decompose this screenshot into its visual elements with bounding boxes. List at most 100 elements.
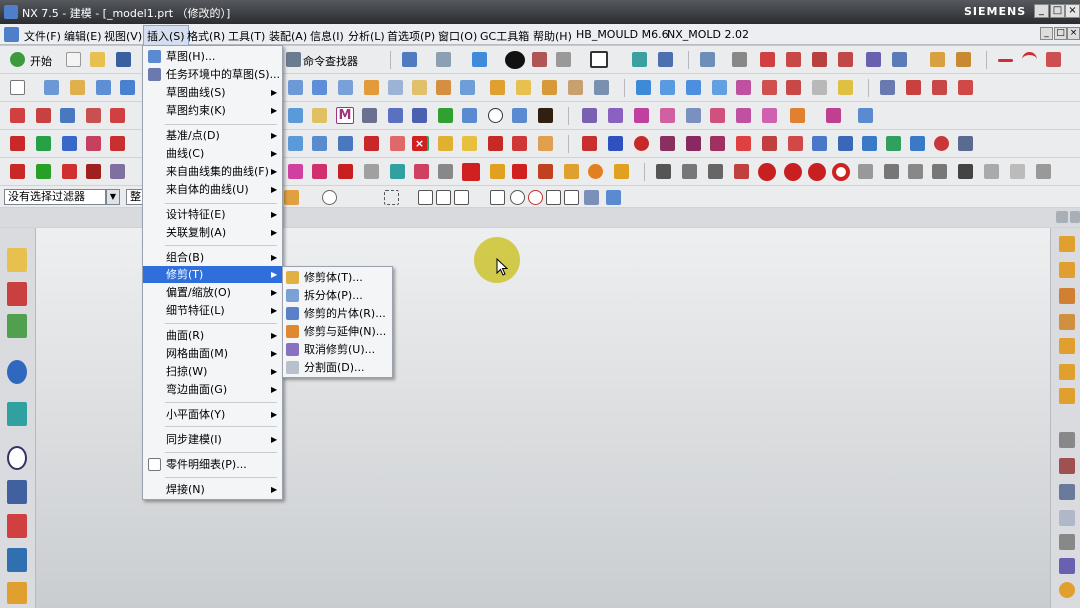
face-blend-icon[interactable] — [838, 80, 853, 95]
component-icon[interactable] — [312, 136, 327, 151]
warning-icon[interactable] — [438, 136, 453, 151]
playback-icon[interactable] — [512, 108, 527, 123]
menu-preferences[interactable]: 首选项(P) — [387, 28, 435, 44]
mold-slider-icon[interactable] — [288, 164, 303, 179]
roles-icon[interactable] — [7, 548, 27, 572]
slider-tool-icon[interactable] — [1059, 484, 1075, 500]
history-icon[interactable] — [7, 402, 27, 426]
wcs-origin-icon[interactable] — [760, 52, 775, 67]
menu-item-combine[interactable]: 组合(B) ▶ — [143, 249, 282, 266]
menu-analysis[interactable]: 分析(L) — [348, 28, 385, 44]
through-mesh-icon[interactable] — [686, 80, 701, 95]
chevron-down-icon[interactable]: ▼ — [106, 189, 120, 205]
menu-item-associative-copy[interactable]: 关联复制(A) ▶ — [143, 224, 282, 241]
curve-analysis-icon[interactable] — [582, 136, 597, 151]
snap-line-icon[interactable] — [454, 190, 469, 205]
feature-parameters-icon[interactable] — [36, 108, 51, 123]
mirror-icon[interactable] — [568, 80, 583, 95]
menu-window[interactable]: 窗口(O) — [438, 28, 477, 44]
menu-tools[interactable]: 工具(T) — [228, 28, 265, 44]
mold-pin-icon[interactable] — [708, 164, 723, 179]
menu-item-detail-feature[interactable]: 细节特征(L) ▶ — [143, 302, 282, 319]
menu-item-curve-from-curves[interactable]: 来自曲线集的曲线(F) ▶ — [143, 163, 282, 180]
palette-icon[interactable] — [7, 582, 27, 604]
menu-item-split-body[interactable]: 拆分体(P)... — [283, 287, 392, 304]
pin-tool-icon[interactable] — [1059, 432, 1075, 448]
cube-outline-icon[interactable] — [62, 136, 77, 151]
new-file-icon[interactable] — [66, 52, 81, 67]
menu-item-trimmed-sheet[interactable]: 修剪的片体(R)... — [283, 305, 392, 322]
mold-nozzle-icon[interactable] — [1036, 164, 1051, 179]
sync-relate-icon[interactable] — [826, 108, 841, 123]
runner-tool-icon[interactable] — [1059, 558, 1075, 574]
snap-on-curve-icon[interactable] — [564, 190, 579, 205]
pattern-icon[interactable] — [542, 80, 557, 95]
mold-stack-icon[interactable] — [958, 164, 973, 179]
mold-ejector-icon[interactable] — [338, 164, 353, 179]
menu-item-sketch[interactable]: 草图(H)... — [143, 48, 282, 65]
wcs-display-icon[interactable] — [838, 52, 853, 67]
mold-guide-icon[interactable] — [984, 164, 999, 179]
mesh-icon[interactable] — [838, 136, 853, 151]
menu-item-sketch-curves[interactable]: 草图曲线(S) ▶ — [143, 84, 282, 101]
layout-icon[interactable] — [910, 136, 925, 151]
intersection-curve-icon[interactable] — [932, 80, 947, 95]
menu-item-parts-list[interactable]: 零件明细表(P)... — [143, 456, 282, 473]
menu-information[interactable]: 信息(I) — [310, 28, 344, 44]
joint-icon[interactable] — [86, 136, 101, 151]
mold-trim-icon[interactable] — [462, 163, 480, 181]
mold-electrode-icon[interactable] — [490, 164, 505, 179]
suppress-feature-icon[interactable] — [312, 108, 327, 123]
mold-bolt-a-icon[interactable] — [884, 164, 899, 179]
move-object-icon[interactable] — [866, 52, 881, 67]
boss-icon[interactable] — [312, 80, 327, 95]
mold-circle-a-icon[interactable] — [758, 163, 776, 181]
mold-view-icon[interactable] — [588, 164, 603, 179]
resource-toggle-icon[interactable] — [1070, 211, 1080, 223]
ruled-icon[interactable] — [812, 80, 827, 95]
table-icon[interactable] — [388, 108, 403, 123]
extract-curve-icon[interactable] — [958, 80, 973, 95]
assembly-navigator-icon[interactable] — [632, 52, 647, 67]
menu-insert[interactable]: 插入(S) — [143, 25, 189, 47]
spreadsheet-icon[interactable] — [412, 108, 427, 123]
mold-lifter-icon[interactable] — [312, 164, 327, 179]
move-feature-icon[interactable] — [86, 108, 101, 123]
edit-positioning-icon[interactable] — [60, 108, 75, 123]
line-icon[interactable] — [998, 59, 1013, 62]
menu-gc-toolkit[interactable]: GC工具箱 — [480, 28, 529, 44]
gate-tool-icon[interactable] — [1059, 534, 1075, 550]
snap-center-icon[interactable] — [510, 190, 525, 205]
sync-pull-face-icon[interactable] — [608, 108, 623, 123]
gap-icon[interactable] — [762, 136, 777, 151]
process-studio-icon[interactable] — [7, 514, 27, 538]
start-button[interactable]: 开始 — [30, 53, 52, 69]
menu-item-synchronous-modeling[interactable]: 同步建模(I) ▶ — [143, 431, 282, 448]
project-init-icon[interactable] — [1059, 262, 1075, 278]
sync-mirror-icon[interactable] — [762, 108, 777, 123]
bolt-icon[interactable] — [462, 136, 477, 151]
menu-file[interactable]: 文件(F) — [24, 28, 61, 44]
face-analysis-icon[interactable] — [608, 136, 623, 151]
mold-spring-icon[interactable] — [858, 164, 873, 179]
hourglass-icon[interactable] — [538, 108, 553, 123]
law-extension-icon[interactable] — [786, 80, 801, 95]
mold-pocket-icon[interactable] — [438, 164, 453, 179]
system-materials-icon[interactable] — [7, 480, 27, 504]
mold-bushing-icon[interactable] — [1010, 164, 1025, 179]
menu-item-flange-surface[interactable]: 弯边曲面(G) ▶ — [143, 381, 282, 398]
section-icon[interactable] — [812, 136, 827, 151]
draft-analysis-icon[interactable] — [788, 136, 803, 151]
draft-icon[interactable] — [516, 80, 531, 95]
close-window-button[interactable]: × — [1065, 4, 1080, 18]
mold-core-icon[interactable] — [36, 164, 51, 179]
groove-icon[interactable] — [412, 80, 427, 95]
sync-resize-icon[interactable] — [686, 108, 701, 123]
menu-assembly[interactable]: 装配(A) — [269, 28, 307, 44]
menu-item-untrim[interactable]: 取消修剪(U)... — [283, 341, 392, 358]
menu-item-datum-point[interactable]: 基准/点(D) ▶ — [143, 127, 282, 144]
menu-item-surface[interactable]: 曲面(R) ▶ — [143, 327, 282, 344]
point-icon[interactable] — [892, 52, 907, 67]
menu-nx-mold[interactable]: NX_MOLD 2.02 — [667, 28, 749, 41]
shrinkage-icon[interactable] — [1059, 314, 1075, 330]
